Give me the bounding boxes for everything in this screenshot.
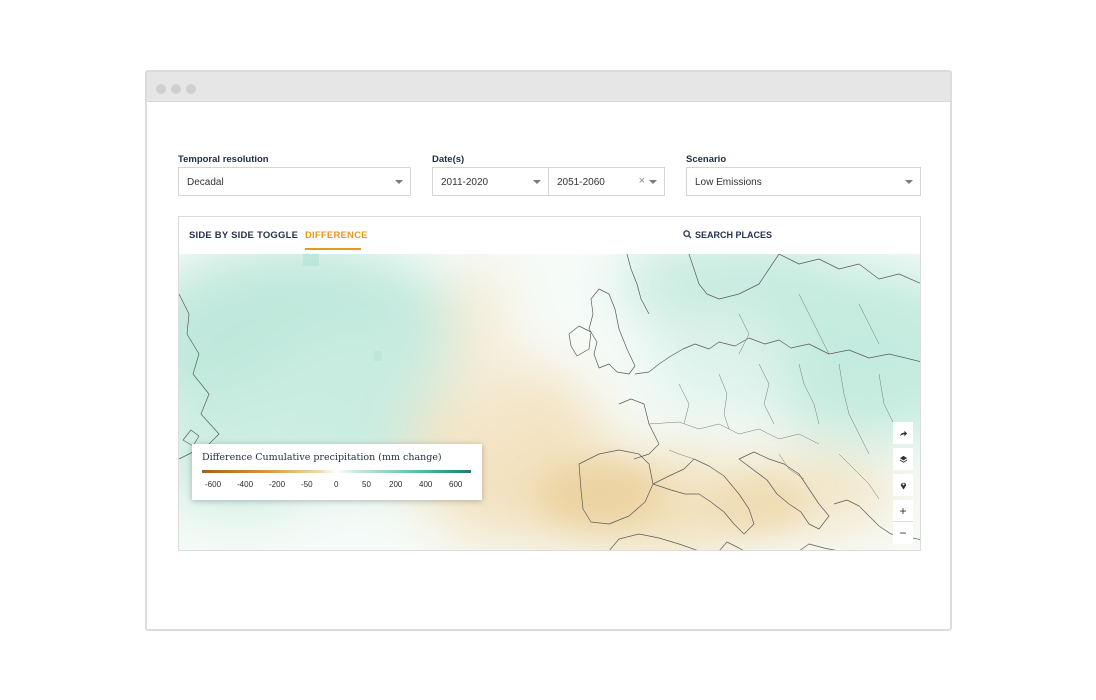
legend-tick: 400 — [419, 480, 433, 489]
temporal-resolution-label: Temporal resolution — [178, 154, 269, 165]
legend-tick: -600 — [205, 480, 222, 489]
browser-window: Temporal resolution Decadal Date(s) 2011… — [145, 70, 952, 631]
window-close-dot[interactable] — [156, 84, 166, 94]
legend-tick: -50 — [301, 480, 313, 489]
temporal-resolution-value: Decadal — [187, 177, 224, 188]
chevron-down-icon — [395, 180, 403, 184]
layers-icon — [899, 455, 907, 463]
scenario-select[interactable]: Low Emissions — [686, 167, 921, 196]
tab-difference[interactable]: DIFFERENCE — [305, 230, 368, 241]
chevron-down-icon — [905, 180, 913, 184]
start-date-select[interactable]: 2011-2020 — [432, 167, 549, 196]
window-maximize-dot[interactable] — [186, 84, 196, 94]
search-places-button[interactable]: SEARCH PLACES — [683, 230, 772, 240]
temporal-resolution-select[interactable]: Decadal — [178, 167, 411, 196]
legend-tick: -400 — [237, 480, 254, 489]
tab-toggle[interactable]: TOGGLE — [257, 230, 298, 241]
legend-tick: 50 — [362, 480, 371, 489]
active-tab-indicator — [305, 248, 361, 250]
scenario-label: Scenario — [686, 154, 727, 165]
legend-tick: -200 — [269, 480, 286, 489]
end-date-select[interactable]: 2051-2060 × — [548, 167, 665, 196]
chevron-down-icon — [649, 180, 657, 184]
search-icon — [683, 230, 692, 239]
clear-icon[interactable]: × — [639, 175, 645, 187]
layers-button[interactable] — [893, 448, 913, 470]
legend-tick: 200 — [389, 480, 403, 489]
tab-side-by-side[interactable]: SIDE BY SIDE — [189, 230, 254, 241]
start-date-value: 2011-2020 — [441, 177, 489, 188]
climate-difference-map[interactable] — [179, 254, 920, 550]
share-button[interactable] — [893, 422, 913, 444]
dates-label: Date(s) — [432, 154, 465, 165]
end-date-value: 2051-2060 — [557, 177, 605, 188]
map-panel: SIDE BY SIDE TOGGLE DIFFERENCE SEARCH PL… — [178, 216, 921, 551]
search-places-label: SEARCH PLACES — [695, 230, 773, 240]
map-legend: Difference Cumulative precipitation (mm … — [192, 444, 482, 500]
legend-tick: 600 — [449, 480, 463, 489]
zoom-in-button[interactable]: + — [893, 500, 913, 522]
chevron-down-icon — [533, 180, 541, 184]
scenario-value: Low Emissions — [695, 177, 762, 188]
window-minimize-dot[interactable] — [171, 84, 181, 94]
window-titlebar — [147, 72, 950, 102]
share-icon — [899, 430, 907, 436]
legend-tick: 0 — [334, 480, 339, 489]
legend-title: Difference Cumulative precipitation (mm … — [202, 452, 442, 463]
zoom-out-button[interactable]: − — [893, 522, 913, 544]
location-pin-icon — [900, 482, 906, 490]
legend-color-scale — [202, 470, 471, 473]
map-canvas — [179, 254, 920, 550]
locate-button[interactable] — [893, 474, 913, 496]
